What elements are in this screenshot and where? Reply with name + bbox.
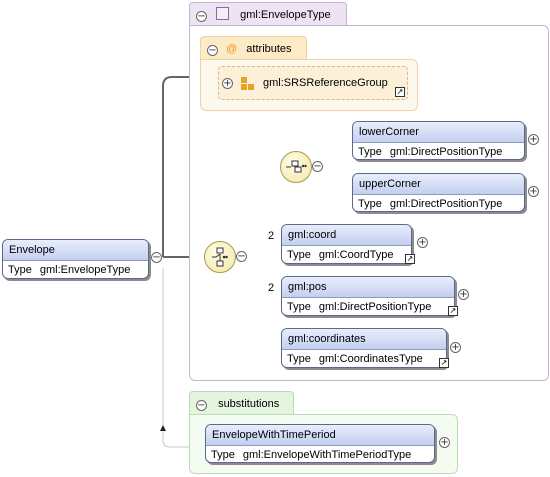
element-envelope-with-time-period[interactable]: EnvelopeWithTimePeriod Type gml:EnvelopeW… <box>205 424 435 463</box>
type-value: gml:DirectPositionType <box>389 146 503 158</box>
jump-arrow-icon[interactable]: ↗ <box>395 87 405 97</box>
element-name: upperCorner <box>353 174 524 195</box>
jump-arrow-icon[interactable]: ↗ <box>448 306 458 316</box>
attributes-tab: − @ attributes <box>200 36 307 60</box>
element-lowercorner[interactable]: lowerCorner Type gml:DirectPositionType <box>352 121 525 160</box>
at-icon: @ <box>226 43 238 55</box>
complex-type-icon <box>216 7 230 20</box>
occurrence-count: 2 <box>268 230 275 242</box>
element-name: Envelope <box>3 240 148 261</box>
type-value: gml:DirectPositionType <box>318 301 432 313</box>
occurrence-count: 2 <box>268 282 275 294</box>
type-key: Type <box>358 198 382 210</box>
collapse-icon[interactable]: − <box>196 400 207 411</box>
expand-icon[interactable]: + <box>222 78 233 89</box>
element-uppercorner[interactable]: upperCorner Type gml:DirectPositionType <box>352 173 525 212</box>
expand-icon[interactable]: + <box>417 237 428 248</box>
type-value: gml:CoordinatesType <box>318 353 423 365</box>
type-value: gml:CoordType <box>318 249 394 261</box>
type-region-label: gml:EnvelopeType <box>240 9 331 21</box>
type-key: Type <box>8 264 32 276</box>
element-gml-coord[interactable]: gml:coord Type gml:CoordType <box>281 224 412 264</box>
jump-arrow-icon[interactable]: ↗ <box>405 254 415 264</box>
type-value: gml:DirectPositionType <box>389 198 503 210</box>
element-gml-coordinates[interactable]: gml:coordinates Type gml:CoordinatesType <box>281 328 447 368</box>
element-name: lowerCorner <box>353 122 524 143</box>
type-value: gml:EnvelopeType <box>39 264 131 276</box>
attribute-group-icon <box>241 77 255 91</box>
expand-icon[interactable]: + <box>439 437 450 448</box>
substitutions-tab: − substitutions <box>189 391 294 415</box>
type-key: Type <box>358 146 382 158</box>
element-name: EnvelopeWithTimePeriod <box>206 425 434 446</box>
element-name: gml:coordinates <box>282 329 446 350</box>
substitutions-label: substitutions <box>218 398 280 410</box>
choice-compositor-icon[interactable] <box>204 241 236 273</box>
root-element-envelope[interactable]: Envelope Type gml:EnvelopeType <box>2 239 149 279</box>
element-gml-pos[interactable]: gml:pos Type gml:DirectPositionType <box>281 276 455 316</box>
collapse-icon[interactable]: − <box>151 252 162 263</box>
type-region-tab: − gml:EnvelopeType <box>189 2 347 26</box>
collapse-icon[interactable]: − <box>236 251 247 262</box>
element-name: gml:pos <box>282 277 454 298</box>
type-key: Type <box>287 353 311 365</box>
expand-icon[interactable]: + <box>528 186 539 197</box>
type-key: Type <box>287 301 311 313</box>
expand-icon[interactable]: + <box>528 134 539 145</box>
collapse-icon[interactable]: − <box>207 45 218 56</box>
type-value: gml:EnvelopeWithTimePeriodType <box>242 449 412 461</box>
type-key: Type <box>211 449 235 461</box>
attributes-label: attributes <box>246 43 292 55</box>
type-key: Type <box>287 249 311 261</box>
collapse-icon[interactable]: − <box>196 11 207 22</box>
expand-icon[interactable]: + <box>450 342 461 353</box>
jump-arrow-icon[interactable]: ↗ <box>439 358 449 368</box>
sequence-compositor-icon[interactable] <box>280 151 312 183</box>
attribute-group-ref[interactable]: + gml:SRSReferenceGroup ↗ <box>218 66 408 100</box>
collapse-icon[interactable]: − <box>312 161 323 172</box>
expand-icon[interactable]: + <box>458 289 469 300</box>
element-name: gml:coord <box>282 225 411 246</box>
attribute-group-label: gml:SRSReferenceGroup <box>263 77 388 89</box>
